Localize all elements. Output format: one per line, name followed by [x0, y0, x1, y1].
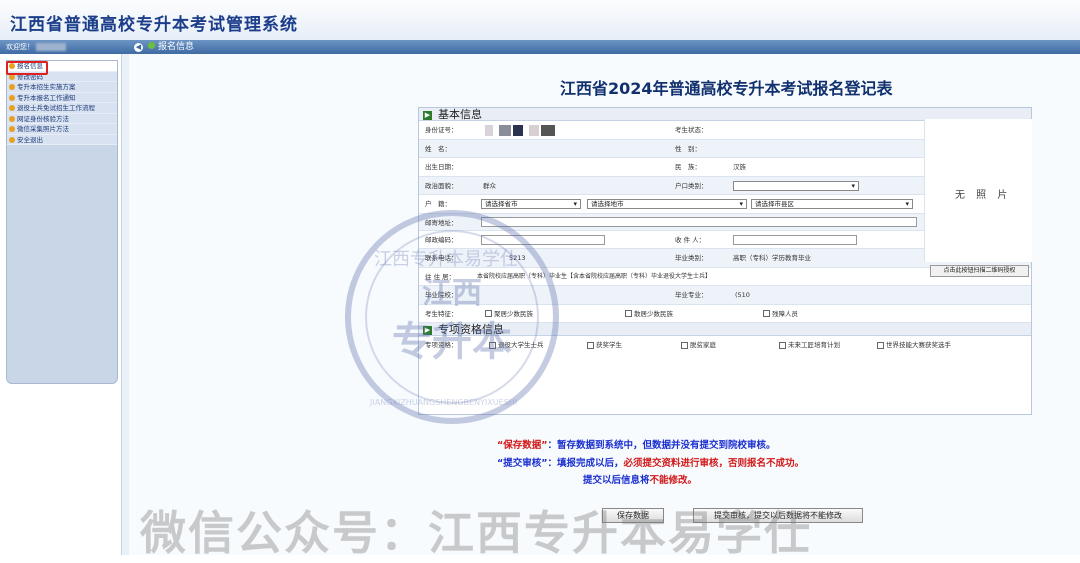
bullet-icon: [9, 115, 15, 122]
breadcrumb-label: 报名信息: [158, 42, 195, 52]
nav-bar: 欢迎您！ ◀ 报名信息: [0, 40, 1080, 54]
seal-center-top: 江西: [422, 276, 482, 311]
id-label: 身份证号：: [425, 126, 458, 134]
sidebar-item-id-verify[interactable]: 网证身份核验方法: [7, 113, 117, 124]
notice-readonly: 提交以后信息将不能修改。: [583, 472, 697, 486]
gender-label: 性 别：: [675, 144, 701, 153]
sidebar-menu: 报名信息 修改密码 专升本招生实施方案 专升本报名工作通知 退役士兵免试招生工作…: [6, 60, 118, 384]
name-label: 姓 名：: [425, 144, 451, 153]
receiver-label: 收 件 人：: [675, 235, 706, 244]
status-label: 考生状态：: [675, 126, 708, 134]
notice-readonly-warning: 不能修改。: [649, 475, 698, 486]
major-value: (510: [735, 291, 750, 299]
welcome-area: 欢迎您！: [6, 41, 67, 53]
qual-opt-poverty[interactable]: 脱贫家庭: [681, 336, 716, 354]
special-opt-scattered[interactable]: 散居少数民族: [625, 305, 673, 323]
sidebar-item-plan[interactable]: 专升本招生实施方案: [7, 82, 117, 93]
breadcrumb: ◀ 报名信息: [134, 41, 194, 53]
watermark-text: 微信公众号：江西专升本易学仕: [140, 506, 812, 560]
section-arrow-icon: ▶: [423, 110, 432, 120]
bullet-icon: [9, 126, 15, 132]
checkbox[interactable]: [625, 310, 632, 317]
checkbox[interactable]: [681, 341, 688, 349]
photo-placeholder-text: 无 照 片: [955, 190, 1012, 201]
checkbox[interactable]: [877, 341, 884, 349]
political-value: 群众: [483, 181, 496, 190]
id-value-blurred: [485, 125, 493, 136]
bullet-icon: [9, 94, 15, 101]
special-opt-disabled[interactable]: 残障人员: [763, 305, 798, 323]
grad-type-label: 毕业类别：: [675, 254, 708, 262]
notice-save: “保存数据”：暂存数据到系统中，但数据并没有提交到院校审核。: [497, 437, 776, 451]
grad-type-value: 高职（专科）学历教育毕业: [733, 254, 811, 262]
seal-latin-text: JIANGXIZHUANGSHENGBENYIXUESHI: [369, 398, 517, 407]
notice-submit: “提交审核”：填报完成以后，必须提交资料进行审核，否则报名不成功。: [497, 455, 804, 469]
major-label: 毕业专业：: [675, 291, 708, 299]
sidebar-item-photo-method[interactable]: 微信采集照片方法: [7, 124, 117, 135]
sidebar-scrollbar[interactable]: [121, 54, 129, 555]
selection-highlight: [6, 61, 48, 75]
id-value-blurred: [499, 125, 511, 136]
checkbox[interactable]: [779, 341, 786, 349]
ethnic-value: 汉族: [733, 163, 746, 171]
id-value-blurred: [513, 125, 523, 136]
bullet-icon: [9, 105, 15, 111]
app-title: 江西省普通高校专升本考试管理系统: [10, 15, 298, 35]
checkbox[interactable]: [587, 341, 594, 349]
sidebar-item-notice[interactable]: 专升本报名工作通知: [7, 92, 117, 103]
sidebar: 报名信息 修改密码 专升本招生实施方案 专升本报名工作通知 退役士兵免试招生工作…: [0, 54, 121, 555]
page-icon: [148, 42, 155, 49]
back-icon[interactable]: ◀: [134, 43, 143, 52]
city-select[interactable]: 请选择地市: [587, 199, 747, 209]
form-title: 江西省2024年普通高校专升本考试报名登记表: [560, 79, 893, 98]
id-value-blurred: [541, 125, 555, 136]
notice-submit-text: ：填报完成以后，: [547, 458, 624, 469]
receiver-input[interactable]: [733, 234, 857, 245]
notice-save-title: “保存数据”: [497, 440, 548, 451]
birth-label: 出生日期：: [425, 163, 458, 171]
bullet-icon: [9, 84, 15, 90]
county-select[interactable]: 请选择市县区: [751, 199, 913, 209]
welcome-text: 欢迎您！: [6, 43, 34, 51]
ethnic-label: 民 族：: [675, 163, 701, 171]
sidebar-item-veteran-process[interactable]: 退役士兵免试招生工作流程: [7, 103, 117, 114]
notice-submit-warning: 必须提交资料进行审核，否则报名不成功。: [623, 458, 805, 469]
photo-box: 无 照 片: [924, 119, 1032, 262]
bullet-icon: [9, 136, 15, 143]
notice-readonly-text: 提交以后信息将: [583, 475, 650, 486]
qr-authorize-button[interactable]: 点击此按钮扫描二维码授权: [930, 265, 1029, 277]
username-blurred: [36, 43, 67, 51]
qual-opt-worldskills[interactable]: 世界技能大赛获奖选手: [877, 336, 951, 354]
seal-outer-text: 江西专升本易学仕: [374, 249, 518, 270]
qual-opt-award[interactable]: 获奖学生: [587, 336, 622, 354]
notice-save-text: ：暂存数据到系统中，但数据并没有提交到院校审核。: [547, 440, 776, 451]
watermark-seal: 江西 专升本 江西专升本易学仕 JIANGXIZHUANGSHENGBENYIX…: [345, 210, 559, 424]
notice-submit-title: “提交审核”: [497, 458, 548, 469]
hukou-label: 户口类别：: [675, 181, 708, 190]
hukou-select[interactable]: [733, 180, 859, 191]
checkbox[interactable]: [763, 310, 770, 317]
qual-opt-craftsman[interactable]: 未来工匠培育计划: [779, 336, 840, 354]
header-bar: 江西省普通高校专升本考试管理系统: [0, 0, 1080, 40]
seal-center-bottom: 专升本: [392, 319, 512, 365]
sidebar-item-logout[interactable]: 安全退出: [7, 134, 117, 145]
political-label: 政治面貌：: [425, 181, 458, 190]
id-value-blurred: [529, 125, 539, 136]
